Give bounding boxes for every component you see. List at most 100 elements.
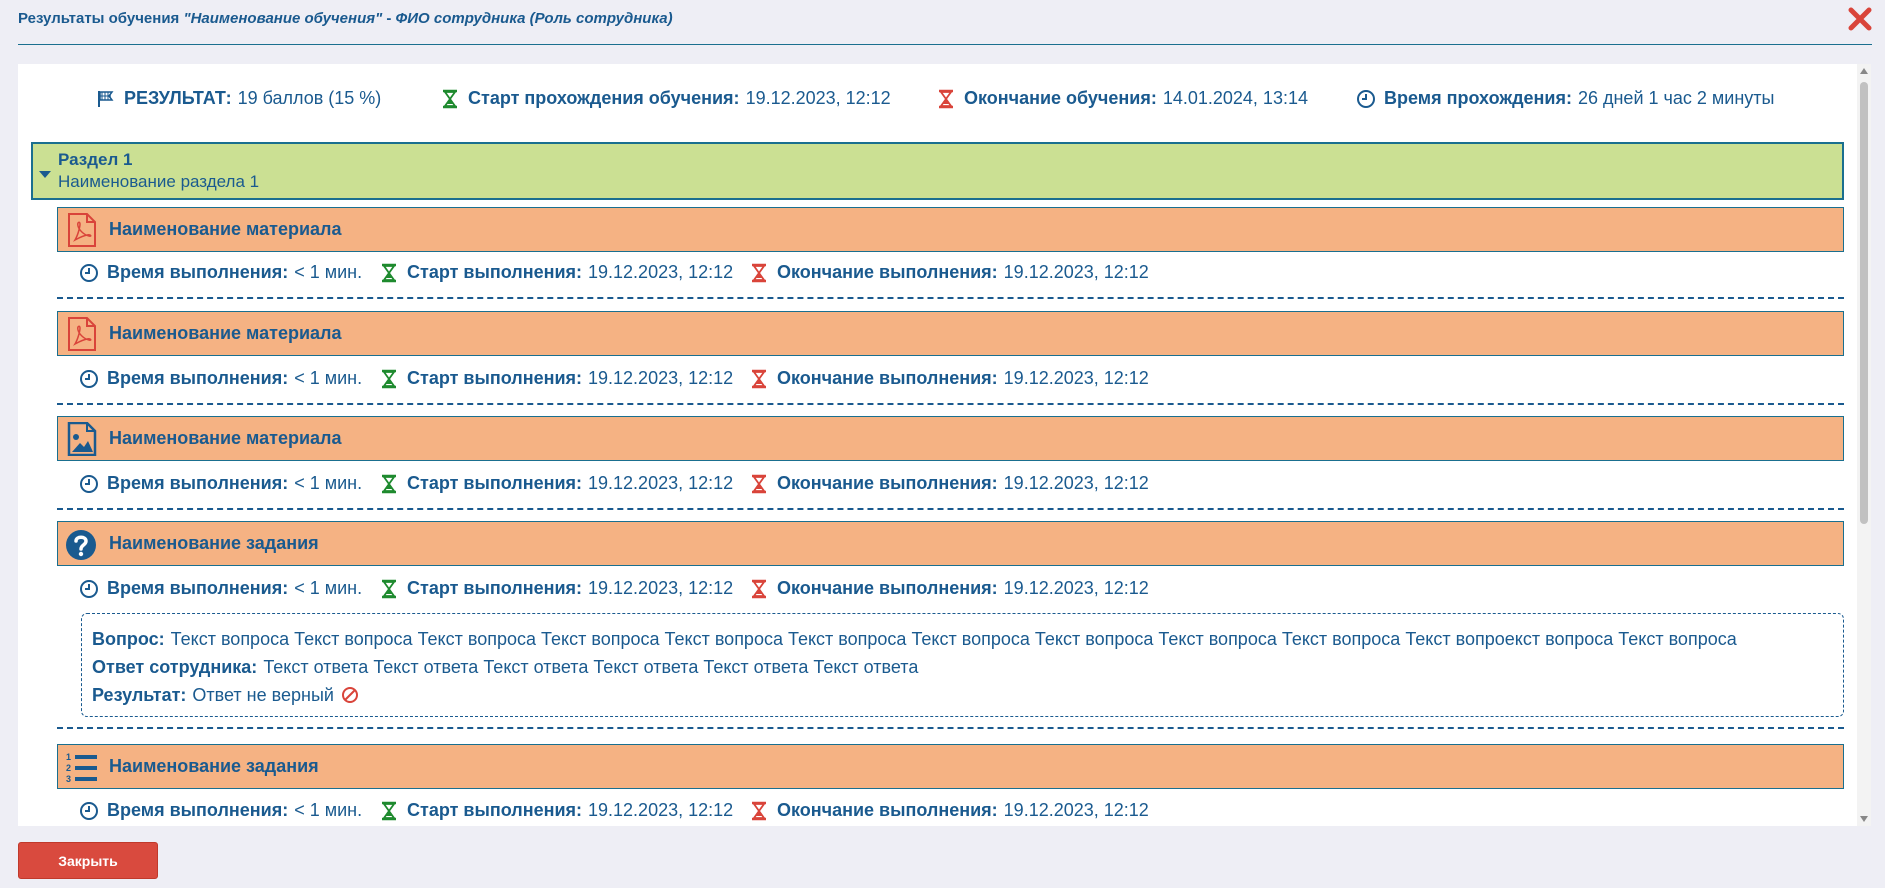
meta-end: Окончание выполнения: 19.12.2023, 12:12 (749, 800, 1149, 821)
scroll-up-arrow-icon[interactable] (1860, 68, 1868, 74)
meta-time-value: < 1 мин. (294, 473, 363, 493)
meta-end: Окончание выполнения: 19.12.2023, 12:12 (749, 262, 1149, 283)
question-text: Текст вопроса Текст вопроса Текст вопрос… (170, 628, 1737, 649)
meta-start-label: Старт выполнения: (407, 473, 583, 493)
summary-end-value: 14.01.2024, 13:14 (1162, 88, 1308, 108)
meta-end: Окончание выполнения: 19.12.2023, 12:12 (749, 473, 1149, 494)
dialog-title-person: ФИО сотрудника (Роль сотрудника) (395, 10, 673, 27)
section-subtitle: Наименование раздела 1 (58, 172, 260, 191)
meta-end-value: 19.12.2023, 12:12 (1003, 800, 1149, 820)
meta-time-value: < 1 мин. (294, 368, 363, 388)
close-x-icon[interactable] (1847, 6, 1873, 32)
hourglass-end-icon (752, 579, 766, 598)
summary-bar: РЕЗУЛЬТАТ: 19 баллов (15 %) Старт прохож… (18, 88, 1858, 112)
ordered-list-icon: 123 (66, 752, 97, 784)
close-button[interactable]: Закрыть (18, 842, 158, 879)
clock-icon (80, 579, 98, 598)
meta-time-label: Время выполнения: (107, 800, 289, 820)
hourglass-start-icon (382, 474, 396, 493)
meta-start-value: 19.12.2023, 12:12 (588, 800, 734, 820)
meta-end-value: 19.12.2023, 12:12 (1003, 578, 1149, 598)
section-title: Раздел 1 (58, 150, 133, 169)
hourglass-start-icon (443, 89, 457, 108)
meta-start: Старт выполнения: 19.12.2023, 12:12 (379, 473, 733, 494)
meta-end-value: 19.12.2023, 12:12 (1003, 368, 1149, 388)
question-row: Вопрос: Текст вопроса Текст вопроса Текст… (92, 625, 1833, 653)
clock-icon (1357, 89, 1375, 108)
summary-duration-value: 26 дней 1 час 2 минуты (1577, 88, 1775, 108)
item-divider (57, 297, 1844, 299)
summary-start: Старт прохождения обучения: 19.12.2023, … (440, 88, 891, 109)
item-header[interactable]: Наименование материала (57, 416, 1844, 461)
item-name: Наименование материала (109, 323, 342, 343)
summary-duration: Время прохождения: 26 дней 1 час 2 минут… (1356, 88, 1774, 109)
title-divider (18, 44, 1872, 45)
meta-start: Старт выполнения: 19.12.2023, 12:12 (379, 800, 733, 821)
results-panel: РЕЗУЛЬТАТ: 19 баллов (15 %) Старт прохож… (18, 64, 1871, 826)
meta-time-value: < 1 мин. (294, 262, 363, 282)
meta-time-label: Время выполнения: (107, 473, 289, 493)
meta-end-value: 19.12.2023, 12:12 (1003, 262, 1149, 282)
hourglass-end-icon (752, 369, 766, 388)
meta-start-value: 19.12.2023, 12:12 (588, 262, 734, 282)
svg-text:2: 2 (66, 763, 71, 773)
meta-end-label: Окончание выполнения: (777, 578, 998, 598)
meta-end-label: Окончание выполнения: (777, 368, 998, 388)
meta-start: Старт выполнения: 19.12.2023, 12:12 (379, 578, 733, 599)
item-header[interactable]: Наименование задания (57, 521, 1844, 566)
hourglass-start-icon (382, 369, 396, 388)
caret-down-icon[interactable] (39, 171, 51, 178)
svg-text:3: 3 (66, 774, 71, 784)
summary-start-value: 19.12.2023, 12:12 (745, 88, 891, 108)
item-header[interactable]: 123 Наименование задания (57, 744, 1844, 789)
result-label: Результат: (92, 684, 187, 705)
dialog-title: Результаты обучения "Наименование обучен… (18, 10, 673, 27)
question-details: Вопрос: Текст вопроса Текст вопроса Текст… (81, 613, 1844, 717)
hourglass-end-icon (939, 89, 953, 108)
meta-time: Время выполнения: < 1 мин. (79, 262, 362, 283)
item-name: Наименование материала (109, 219, 342, 239)
hourglass-end-icon (752, 801, 766, 820)
vertical-scrollbar[interactable] (1857, 64, 1871, 826)
meta-start-label: Старт выполнения: (407, 262, 583, 282)
answer-text: Текст ответа Текст ответа Текст ответа Т… (263, 656, 919, 677)
item-header[interactable]: Наименование материала (57, 311, 1844, 356)
hourglass-start-icon (382, 263, 396, 282)
meta-end-value: 19.12.2023, 12:12 (1003, 473, 1149, 493)
meta-time-label: Время выполнения: (107, 368, 289, 388)
question-label: Вопрос: (92, 628, 165, 649)
answer-row: Ответ сотрудника: Текст ответа Текст отве… (92, 653, 1833, 681)
scrollbar-thumb[interactable] (1860, 82, 1868, 524)
ban-icon (341, 687, 358, 703)
section-header[interactable]: Раздел 1 Наименование раздела 1 (31, 142, 1844, 200)
hourglass-start-icon (382, 801, 396, 820)
meta-time: Время выполнения: < 1 мин. (79, 368, 362, 389)
meta-end: Окончание выполнения: 19.12.2023, 12:12 (749, 578, 1149, 599)
clock-icon (80, 369, 98, 388)
meta-end-label: Окончание выполнения: (777, 473, 998, 493)
item-header[interactable]: Наименование материала (57, 207, 1844, 252)
meta-start: Старт выполнения: 19.12.2023, 12:12 (379, 368, 733, 389)
result-text: Ответ не верный (192, 684, 334, 705)
summary-result-label: РЕЗУЛЬТАТ: (124, 88, 232, 108)
dialog-title-course: "Наименование обучения" (183, 10, 383, 27)
meta-time: Время выполнения: < 1 мин. (79, 473, 362, 494)
item-name: Наименование задания (109, 756, 319, 776)
pdf-file-icon (68, 317, 96, 351)
item-name: Наименование задания (109, 533, 319, 553)
summary-result-value: 19 баллов (15 %) (237, 88, 382, 108)
clock-icon (80, 474, 98, 493)
hourglass-end-icon (752, 474, 766, 493)
dialog-title-prefix: Результаты обучения (18, 10, 184, 27)
hourglass-start-icon (382, 579, 396, 598)
summary-duration-label: Время прохождения: (1384, 88, 1572, 108)
meta-start-label: Старт выполнения: (407, 368, 583, 388)
result-row: Результат: Ответ не верный (92, 681, 1833, 709)
meta-start-label: Старт выполнения: (407, 578, 583, 598)
scroll-down-arrow-icon[interactable] (1860, 816, 1868, 822)
meta-start-label: Старт выполнения: (407, 800, 583, 820)
meta-time-label: Время выполнения: (107, 262, 289, 282)
meta-end-label: Окончание выполнения: (777, 262, 998, 282)
meta-start-value: 19.12.2023, 12:12 (588, 473, 734, 493)
meta-start: Старт выполнения: 19.12.2023, 12:12 (379, 262, 733, 283)
